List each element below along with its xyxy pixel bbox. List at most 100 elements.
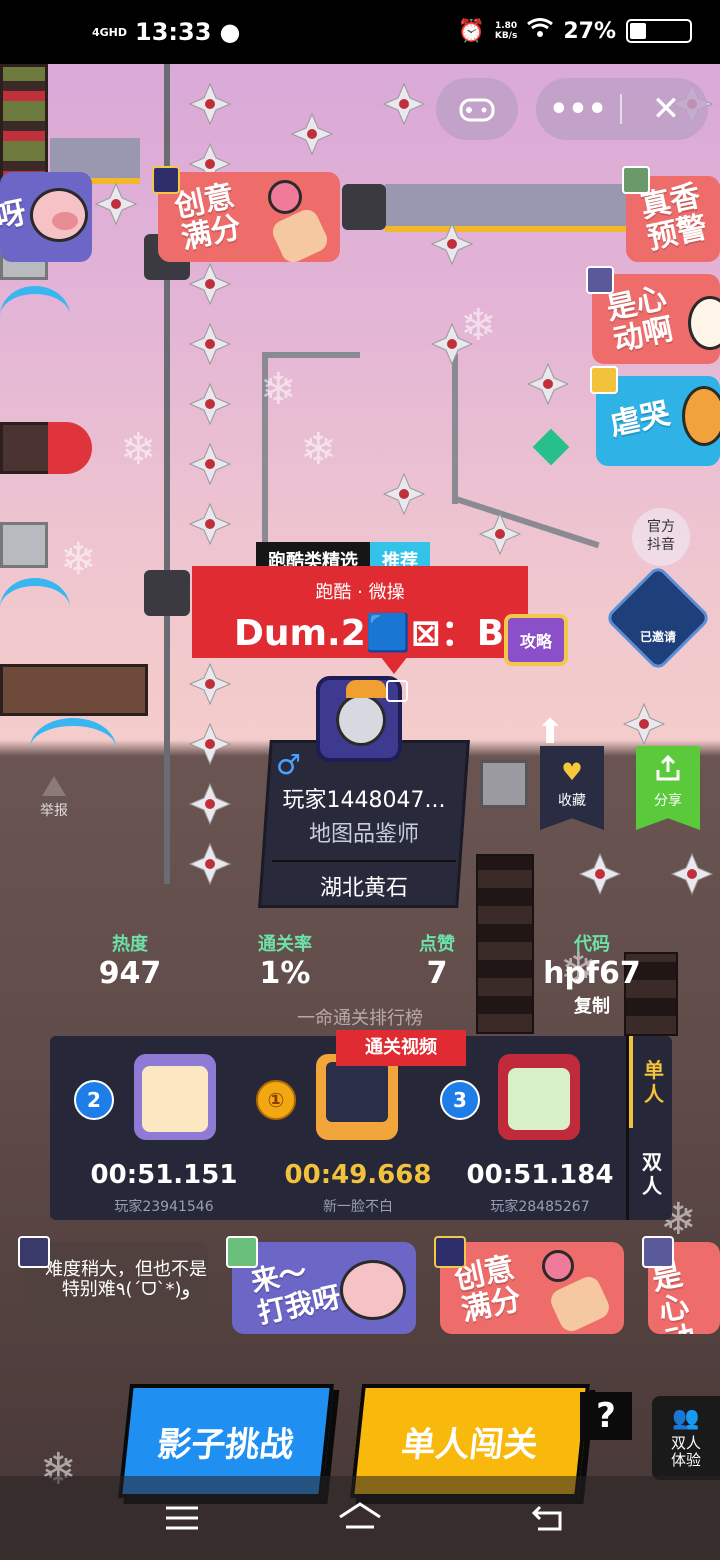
clear-rate-value: 1% (259, 956, 311, 991)
pig-face-icon (340, 1260, 406, 1320)
two-people-icon: 👥 (672, 1406, 700, 1431)
code-label: 代码 (574, 934, 610, 955)
report-button[interactable]: 举报 (32, 776, 76, 820)
share-label: 分享 (654, 793, 682, 809)
share-button[interactable]: 分享 (636, 746, 700, 830)
rank-badge: 2 (74, 1080, 114, 1120)
help-button[interactable]: ? (580, 1392, 632, 1440)
pig-sticker[interactable]: 呀 (0, 172, 92, 262)
pig-sticker-text: 来～ 打我呀 (248, 1254, 344, 1331)
user-avatar-small (642, 1236, 674, 1268)
system-nav-bar (0, 1476, 720, 1560)
menu-button[interactable] (152, 1496, 212, 1540)
home-icon (339, 1502, 381, 1529)
guide-button[interactable]: 攻略 (504, 614, 568, 666)
player-avatar[interactable] (134, 1054, 216, 1140)
network-label: 4GHD (92, 25, 128, 39)
status-left: 4GHD 13:33 ● (92, 18, 240, 46)
cat-icon (142, 1066, 208, 1132)
mode-double-tab[interactable]: 双 人 (629, 1128, 675, 1220)
user-avatar-small (622, 166, 650, 194)
favorite-label: 收藏 (558, 793, 586, 809)
clear-video-button[interactable]: 通关视频 (336, 1030, 466, 1066)
raccoon-icon (336, 694, 386, 746)
pig-snout (52, 212, 78, 230)
close-icon: ✕ (651, 89, 681, 129)
face-icon (688, 296, 720, 350)
stat-likes: 点赞 7 (404, 930, 470, 991)
player-avatar[interactable] (316, 1054, 398, 1140)
creative-sticker[interactable]: 创意 满分 (158, 172, 340, 262)
hand-icon (268, 205, 332, 262)
heat-label: 热度 (112, 934, 148, 955)
official-douyin-button[interactable]: 官方 抖音 (632, 508, 690, 566)
entry-time: 00:49.668 (284, 1160, 432, 1190)
duo-experience-button[interactable]: 👥 双人 体验 (652, 1396, 720, 1480)
snowflake-icon: ❄ (260, 364, 297, 415)
battery-fill (630, 23, 646, 39)
leaderboard-title: 一命通关排行榜 (297, 1008, 423, 1029)
more-button[interactable]: ••• (536, 78, 620, 140)
mode-single-tab[interactable]: 单 人 (629, 1036, 675, 1128)
snowflake-icon: ❄ (460, 300, 497, 351)
close-button[interactable]: ✕ (624, 78, 708, 140)
favorite-button[interactable]: ♥ 收藏 (540, 746, 604, 830)
orange-hat (346, 680, 386, 698)
user-avatar-small (586, 266, 614, 294)
home-button[interactable] (330, 1496, 390, 1540)
cry-sticker-text: 虐哭 (606, 396, 673, 443)
duo-experience-label: 双人 体验 (670, 1434, 701, 1469)
user-avatar-small (590, 366, 618, 394)
entry-player: 玩家28485267 (490, 1199, 590, 1215)
heart-moved-text: 是心 动啊 (603, 280, 677, 359)
flower-icon (542, 1250, 574, 1282)
author-name: 玩家1448047... (282, 788, 446, 813)
comment-bubble[interactable]: 难度稍大，但也不是特别难٩(ˊᗜˋ*)و (24, 1242, 208, 1334)
entry-player: 玩家23941546 (114, 1199, 214, 1215)
back-button[interactable] (518, 1496, 578, 1540)
player-avatar[interactable] (498, 1054, 580, 1140)
status-time: 13:33 (135, 18, 212, 46)
map-type: 跑酷 · 微操 (315, 582, 405, 603)
crying-face-icon (682, 386, 720, 446)
pig-sticker[interactable]: 来～ 打我呀 (232, 1242, 416, 1334)
author-badge-icon (386, 680, 408, 702)
snowflake-icon: ❄ (300, 424, 337, 475)
likes-value: 7 (426, 956, 448, 991)
invited-label: 已邀请 (639, 630, 676, 644)
divider (272, 860, 456, 862)
gamepad-button[interactable] (436, 78, 518, 140)
network-speed: 1.80 KB/s (494, 21, 518, 41)
rank-badge: 3 (440, 1080, 480, 1120)
map-title-card: 跑酷 · 微操 Dum.2🟦⊠：Bl (192, 566, 528, 658)
report-label: 举报 (40, 803, 68, 819)
copy-code-button[interactable]: 复制 (560, 992, 624, 1018)
entry-time: 00:51.151 (90, 1160, 238, 1190)
stat-heat: 热度 947 (90, 930, 170, 991)
entry-player: 新一脸不白 (323, 1199, 393, 1215)
share-icon (656, 754, 680, 781)
user-avatar-small (18, 1236, 50, 1268)
back-icon (531, 1505, 562, 1531)
user-avatar-small (152, 166, 180, 194)
alarm-icon: ⏰ (457, 18, 485, 44)
app-notification-icon: ● (219, 18, 241, 46)
guide-label: 攻略 (519, 632, 552, 651)
battery-icon (626, 19, 692, 43)
official-douyin-label: 官方 抖音 (647, 519, 675, 553)
creative-sticker[interactable]: 创意 满分 (440, 1242, 624, 1334)
map-title: Dum.2🟦⊠：Bl (234, 613, 517, 654)
entry-time: 00:51.184 (466, 1160, 614, 1190)
heart-icon: ♥ (561, 758, 583, 786)
hand-icon (547, 1273, 613, 1334)
code-value: hpf67 (543, 956, 641, 991)
male-icon: ♂ (276, 748, 302, 781)
snowflake-icon: ❄ (60, 534, 97, 585)
stat-clear-rate: 通关率 1% (240, 930, 330, 991)
title-pointer (380, 656, 408, 674)
rank-badge-gold: ① (256, 1080, 296, 1120)
clear-rate-label: 通关率 (258, 934, 312, 955)
pig-sticker-text: 呀 (0, 195, 30, 236)
gamepad-icon (459, 98, 495, 122)
comment-text: 难度稍大，但也不是特别难٩(ˊᗜˋ*)و (45, 1259, 207, 1300)
